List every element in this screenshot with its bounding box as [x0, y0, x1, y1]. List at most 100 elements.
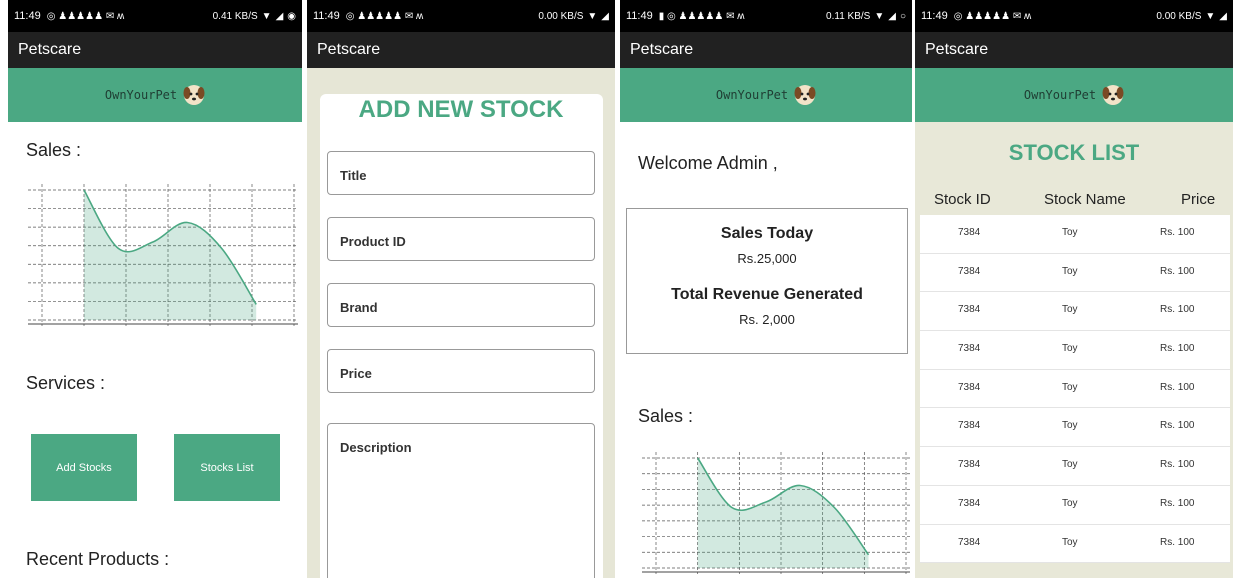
status-time: 11:49	[14, 10, 41, 22]
price-cell: Rs. 100	[1160, 420, 1195, 432]
network-speed: 0.41 KB/S	[212, 10, 258, 22]
stock-list-screen: 11:49 ◎ ♟♟♟♟♟ ✉ ʍ 0.00 KB/S ▼ ◢ Petscare Ow…	[915, 0, 1233, 578]
status-bar: 11:49 ◎ ♟♟♟♟♟ ✉ ʍ 0.00 KB/S ▼ ◢	[307, 0, 615, 32]
stock-name-cell: Toy	[1062, 420, 1078, 432]
price-cell: Rs. 100	[1160, 459, 1195, 471]
table-row[interactable]: 7384 Toy Rs. 100	[920, 447, 1230, 486]
battery-icon: ○	[899, 10, 906, 22]
table-row[interactable]: 7384 Toy Rs. 100	[920, 486, 1230, 525]
sales-label: Sales :	[26, 140, 82, 160]
dog-logo-icon	[794, 85, 816, 105]
brand-name: OwnYourPet	[104, 88, 178, 102]
add-stocks-button[interactable]: Add Stocks	[31, 434, 137, 501]
stock-table: 7384 Toy Rs. 100 7384 Toy Rs. 100 7384 Toy Rs.…	[920, 215, 1230, 564]
price-cell: Rs. 100	[1160, 227, 1195, 238]
stock-name-cell: Toy	[1062, 381, 1078, 393]
stock-id-cell: 7384	[958, 343, 981, 355]
brand-bar: OwnYourPet	[915, 68, 1233, 122]
dashboard-screen: 11:49 ▮ ◎ ♟♟♟♟♟ ✉ ʍ 0.11 KB/S ▼ ◢ ○ Petscare…	[620, 0, 912, 578]
app-title: Petscare	[317, 41, 381, 58]
stock-id-cell: 7384	[958, 227, 981, 238]
stock-name-cell: Toy	[1062, 459, 1078, 471]
table-row[interactable]: 7384 Toy Rs. 100	[920, 215, 1230, 254]
sales-area	[697, 458, 869, 568]
brand-name: OwnYourPet	[1023, 88, 1097, 102]
price-cell: Rs. 100	[1160, 304, 1195, 316]
stock-id-cell: 7384	[958, 459, 981, 471]
stats-box: Sales Today Rs.25,000 Total Revenue Gene…	[626, 208, 908, 354]
table-row[interactable]: 7384 Toy Rs. 100	[920, 370, 1230, 409]
stock-list-title: STOCK LIST	[1008, 140, 1140, 165]
signal-icon: ◢	[275, 10, 284, 22]
dog-logo-icon	[1102, 85, 1124, 105]
form-title: ADD NEW STOCK	[358, 96, 564, 123]
signal-icon: ◢	[888, 10, 896, 22]
price-cell: Rs. 100	[1160, 265, 1195, 277]
stock-id-cell: 7384	[958, 381, 981, 393]
column-header-stock-id: Stock ID	[934, 191, 991, 208]
signal-icon: ◢	[601, 10, 609, 22]
brand-name: OwnYourPet	[715, 88, 789, 102]
sales-label: Sales :	[638, 406, 694, 426]
stock-id-cell: 7384	[958, 304, 981, 316]
notification-icons: ◎ ♟♟♟♟♟ ✉ ʍ	[345, 10, 424, 22]
signal-icon: ◢	[1219, 10, 1227, 22]
table-row[interactable]: 7384 Toy Rs. 100	[920, 525, 1230, 564]
network-speed: 0.11 KB/S	[826, 10, 871, 22]
notification-icons: ◎ ♟♟♟♟♟ ✉ ʍ	[953, 10, 1032, 22]
sales-chart	[28, 184, 298, 326]
status-time: 11:49	[921, 10, 948, 22]
stock-name-cell: Toy	[1062, 227, 1078, 238]
stock-id-cell: 7384	[958, 497, 981, 509]
app-bar: Petscare	[915, 32, 1233, 68]
sales-chart	[642, 452, 910, 574]
status-bar: 11:49 ◎ ♟♟♟♟♟ ✉ ʍ 0.00 KB/S ▼ ◢	[915, 0, 1233, 32]
home-screen: 11:49 ◎ ♟♟♟♟♟ ✉ ʍ 0.41 KB/S ▼ ◢ ◉ Petscare O…	[8, 0, 302, 578]
stock-name-cell: Toy	[1062, 304, 1078, 316]
status-time: 11:49	[626, 10, 653, 22]
app-bar: Petscare	[620, 32, 912, 68]
sales-area	[84, 190, 257, 320]
table-row[interactable]: 7384 Toy Rs. 100	[920, 331, 1230, 370]
sales-today-label: Sales Today	[720, 225, 814, 242]
price-field[interactable]: Price	[327, 349, 595, 393]
brand-field[interactable]: Brand	[327, 283, 595, 327]
price-cell: Rs. 100	[1160, 536, 1195, 548]
add-stock-screen: 11:49 ◎ ♟♟♟♟♟ ✉ ʍ 0.00 KB/S ▼ ◢ Petscare AD…	[307, 0, 615, 578]
services-label: Services :	[26, 373, 106, 393]
stock-id-cell: 7384	[958, 265, 981, 277]
stocks-list-button[interactable]: Stocks List	[174, 434, 280, 501]
stock-name-cell: Toy	[1062, 497, 1078, 509]
app-title: Petscare	[630, 41, 694, 58]
revenue-value: Rs. 2,000	[739, 312, 795, 327]
recent-products-label: Recent Products :	[26, 549, 170, 569]
description-field[interactable]: Description	[327, 423, 595, 578]
network-speed: 0.00 KB/S	[1156, 10, 1202, 22]
table-row[interactable]: 7384 Toy Rs. 100	[920, 408, 1230, 448]
network-speed: 0.00 KB/S	[538, 10, 584, 22]
status-time: 11:49	[313, 10, 340, 22]
column-header-price: Price	[1181, 191, 1216, 208]
product-id-field[interactable]: Product ID	[327, 217, 595, 261]
wifi-icon: ▼	[261, 10, 272, 22]
stock-id-cell: 7384	[958, 420, 981, 432]
table-row[interactable]: 7384 Toy Rs. 100	[920, 292, 1230, 332]
dog-logo-icon	[183, 85, 205, 105]
wifi-icon: ▼	[1205, 10, 1216, 22]
status-bar: 11:49 ▮ ◎ ♟♟♟♟♟ ✉ ʍ 0.11 KB/S ▼ ◢ ○	[620, 0, 912, 32]
brand-bar: OwnYourPet	[620, 68, 912, 122]
welcome-text: Welcome Admin ,	[638, 153, 778, 173]
table-row[interactable]: 7384 Toy Rs. 100	[920, 254, 1230, 293]
revenue-label: Total Revenue Generated	[671, 286, 863, 303]
app-bar: Petscare	[8, 32, 302, 68]
price-cell: Rs. 100	[1160, 343, 1195, 355]
price-cell: Rs. 100	[1160, 381, 1195, 393]
sales-today-value: Rs.25,000	[737, 251, 797, 266]
column-header-stock-name: Stock Name	[1044, 191, 1126, 208]
title-field[interactable]: Title	[327, 151, 595, 195]
app-title: Petscare	[18, 41, 82, 58]
battery-icon: ◉	[287, 10, 296, 22]
brand-bar: OwnYourPet	[8, 68, 302, 122]
price-cell: Rs. 100	[1160, 497, 1195, 509]
stock-id-cell: 7384	[958, 536, 981, 548]
